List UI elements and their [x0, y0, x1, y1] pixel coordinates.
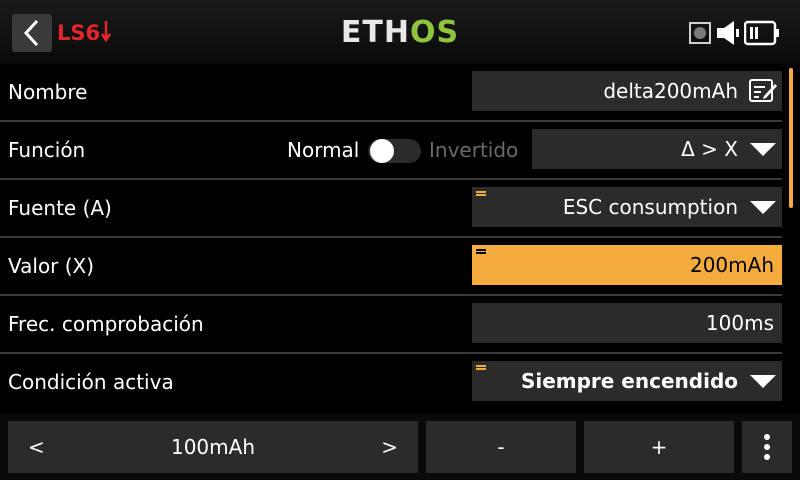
- row-valor: Valor (X) 200mAh: [0, 238, 782, 296]
- back-arrow-icon: [23, 19, 39, 47]
- source-value: ESC consumption: [562, 195, 738, 219]
- function-value: Δ > X: [681, 137, 738, 161]
- plus-label: +: [650, 435, 668, 459]
- chevron-down-icon: [750, 375, 776, 388]
- name-field[interactable]: delta200mAh: [472, 71, 782, 111]
- invert-toggle[interactable]: [368, 139, 421, 163]
- row-label: Condición activa: [8, 370, 174, 394]
- minus-button[interactable]: -: [426, 421, 576, 473]
- row-condicion: Condición activa Siempre encendido: [0, 354, 782, 412]
- options-menu-icon: [476, 365, 486, 373]
- function-select[interactable]: Δ > X: [532, 129, 782, 169]
- chevron-down-icon: [750, 143, 776, 156]
- source-select[interactable]: ESC consumption: [472, 187, 782, 227]
- options-menu-icon: [476, 191, 486, 199]
- minus-label: -: [497, 435, 505, 459]
- value-value: 200mAh: [689, 253, 774, 277]
- screen-id: LS6: [57, 19, 112, 47]
- increment-arrow-button[interactable]: >: [381, 421, 398, 473]
- row-label: Fuente (A): [8, 196, 112, 220]
- active-condition-select[interactable]: Siempre encendido: [472, 361, 782, 401]
- row-frec: Frec. comprobación 100ms: [0, 296, 782, 354]
- check-frequency-field[interactable]: 100ms: [472, 303, 782, 343]
- settings-list: Nombre delta200mAh Función Normal Invert…: [0, 64, 786, 412]
- row-fuente: Fuente (A) ESC consumption: [0, 180, 782, 238]
- back-button[interactable]: [12, 14, 52, 52]
- rec-indicator-icon: [688, 20, 712, 48]
- value-editor-bar: < 100mAh > - +: [0, 414, 800, 480]
- plus-button[interactable]: +: [584, 421, 734, 473]
- options-menu-icon: [476, 249, 486, 257]
- scrollbar[interactable]: [789, 68, 793, 208]
- screen-id-label: LS6: [57, 21, 101, 45]
- toggle-knob: [370, 139, 394, 163]
- value-field[interactable]: 200mAh: [472, 245, 782, 285]
- condition-value: Siempre encendido: [520, 369, 738, 393]
- row-label: Valor (X): [8, 254, 95, 278]
- row-funcion: Función Normal Invertido Δ > X: [0, 122, 782, 180]
- row-label: Frec. comprobación: [8, 312, 204, 336]
- row-label: Función: [8, 138, 86, 162]
- row-nombre: Nombre delta200mAh: [0, 64, 782, 122]
- app-logo: ETH OS: [330, 12, 470, 52]
- value-stepper: < 100mAh >: [8, 421, 418, 473]
- speaker-icon: [716, 20, 742, 50]
- kebab-menu-icon: [764, 434, 770, 460]
- edit-icon: [749, 79, 777, 102]
- switch-down-arrow-icon: [101, 21, 112, 43]
- battery-icon: [743, 20, 780, 50]
- frequency-value: 100ms: [705, 311, 774, 335]
- name-value: delta200mAh: [603, 79, 738, 103]
- logo-text-eth: ETH: [340, 14, 410, 50]
- title-bar: LS6 ETH OS: [0, 0, 800, 64]
- logo-text-os: OS: [409, 14, 460, 50]
- more-options-button[interactable]: [742, 421, 792, 473]
- chevron-down-icon: [750, 201, 776, 214]
- toggle-label-normal: Normal: [287, 138, 360, 162]
- row-label: Nombre: [8, 80, 88, 104]
- toggle-label-invertido: Invertido: [429, 138, 519, 162]
- stepper-value: 100mAh: [170, 435, 255, 459]
